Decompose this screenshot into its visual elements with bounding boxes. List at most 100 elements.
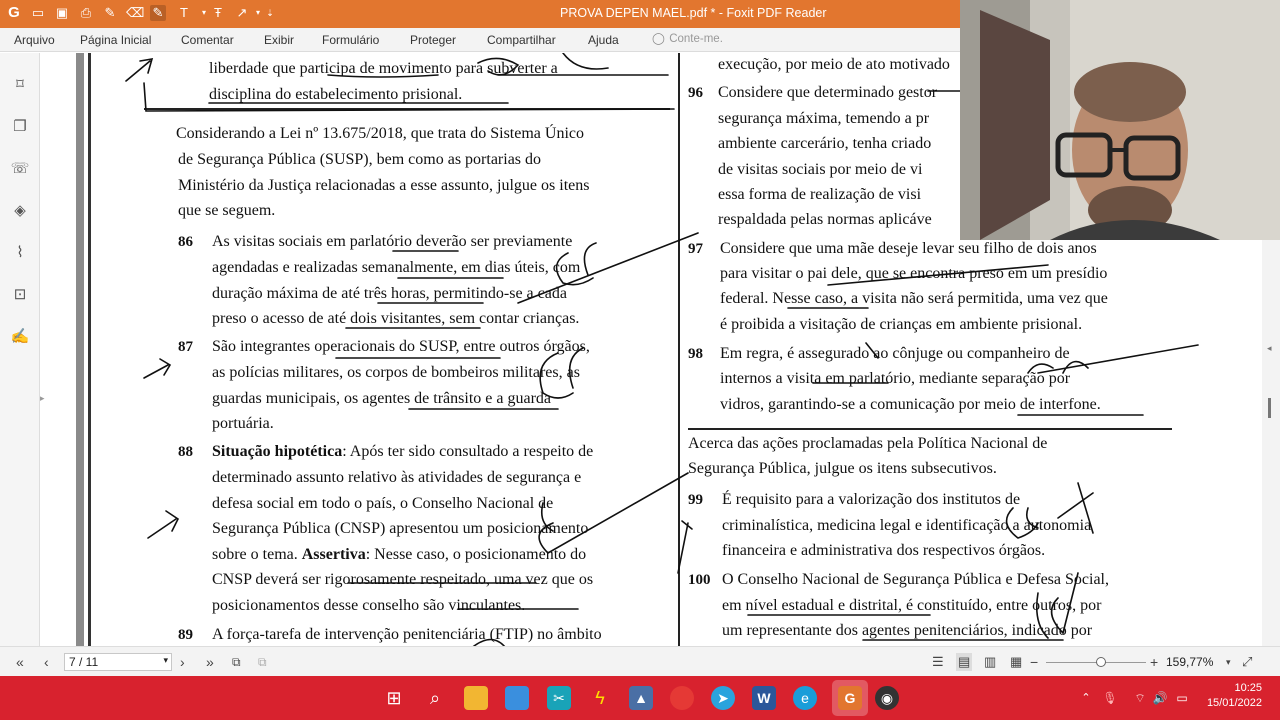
previous-page-icon[interactable]: ‹	[44, 653, 49, 671]
ink-arrow	[677, 520, 693, 574]
photos-icon[interactable]: ▲	[629, 686, 653, 710]
scroll-left-icon[interactable]: ◂	[1267, 343, 1272, 354]
menu-ajuda[interactable]: Ajuda	[588, 33, 619, 47]
save-icon[interactable]: ▣	[54, 5, 70, 21]
search-icon[interactable]: ⌕	[423, 686, 447, 710]
windows-start-icon[interactable]: ⊞	[382, 686, 406, 710]
scrollbar-thumb[interactable]	[1268, 398, 1271, 418]
text-line: execução, por meio de ato motivado	[718, 56, 950, 73]
chevron-down-icon[interactable]: ▾	[1226, 653, 1231, 671]
folder-icon[interactable]	[505, 686, 529, 710]
word-icon[interactable]: W	[752, 686, 776, 710]
open-folder-icon[interactable]: ▭	[30, 5, 46, 21]
arrow-tool-icon[interactable]: ↗	[234, 5, 250, 21]
next-view-icon[interactable]: ⧉	[258, 653, 267, 671]
item-text: É requisito para a valorização dos insti…	[722, 491, 1021, 508]
menu-compartilhar[interactable]: Compartilhar	[487, 33, 556, 47]
foxit-taskbar-icon[interactable]: G	[838, 686, 862, 710]
continuous-facing-icon[interactable]: ▦	[1010, 653, 1022, 671]
chevron-down-icon[interactable]: ▾	[163, 655, 168, 666]
item-text: Considere que uma mãe deseje levar seu f…	[720, 240, 1097, 257]
print-icon[interactable]: ⎙	[78, 5, 94, 21]
section-intro: Ministério da Justiça relacionadas a ess…	[178, 177, 590, 194]
tell-me-search[interactable]: ◯ Conte-me.	[652, 31, 742, 49]
attachment-icon[interactable]: ⌇	[10, 243, 30, 263]
typewriter-icon[interactable]: Ŧ	[210, 5, 226, 21]
facing-pages-icon[interactable]: ▥	[984, 653, 996, 671]
previous-view-icon[interactable]: ⧉	[232, 653, 241, 671]
item-text: federal. Nesse caso, a visita não será p…	[720, 290, 1108, 307]
continuous-page-icon[interactable]: ▤	[956, 653, 973, 671]
last-page-icon[interactable]: »	[206, 653, 214, 671]
item-number: 96	[688, 85, 703, 101]
separator	[688, 428, 1172, 430]
pages-icon[interactable]: ❐	[10, 117, 30, 137]
item-text: criminalística, medicina legal e identif…	[722, 517, 1092, 534]
clock-date: 15/01/2022	[1206, 697, 1262, 709]
taskbar-clock[interactable]: 10:25 15/01/2022	[1202, 681, 1262, 711]
volume-icon[interactable]: 🔊	[1148, 686, 1172, 710]
item-number: 89	[178, 627, 193, 643]
signature-icon[interactable]: ✍	[10, 327, 30, 347]
item-number: 86	[178, 234, 193, 250]
item-text: ambiente carcerário, tenha criado	[718, 135, 932, 152]
menu-pagina-inicial[interactable]: Página Inicial	[80, 33, 151, 47]
highlight-icon[interactable]: ✎	[102, 5, 118, 21]
edge-icon[interactable]: e	[793, 686, 817, 710]
customize-toolbar-icon[interactable]: ⇣	[262, 5, 278, 21]
chevron-up-icon[interactable]: ⌃	[1074, 686, 1098, 710]
clock-time: 10:25	[1234, 682, 1262, 694]
page-number-input[interactable]: 7 / 11 ▾	[64, 653, 172, 671]
section-intro: que se seguem.	[178, 202, 276, 219]
text-line: liberdade que participa de movimento par…	[209, 60, 558, 77]
security-icon[interactable]: ⊡	[10, 285, 30, 305]
zoom-level[interactable]: 159,77%	[1166, 655, 1213, 669]
zoom-slider-knob[interactable]	[1096, 657, 1106, 667]
item-text: sobre o tema. Assertiva: Nesse caso, o p…	[212, 546, 586, 564]
bookmark-icon[interactable]: ⌑	[10, 75, 30, 95]
separator	[144, 108, 670, 110]
zoom-out-icon[interactable]: −	[1030, 653, 1038, 671]
item-text: as polícias militares, os corpos de bomb…	[212, 364, 580, 381]
first-page-icon[interactable]: «	[16, 653, 24, 671]
layers-icon[interactable]: ◈	[10, 201, 30, 221]
item-text: CNSP deverá ser rigorosamente respeitado…	[212, 571, 594, 588]
item-text: Situação hipotética: Após ter sido consu…	[212, 443, 593, 461]
section-intro: Considerando a Lei nº 13.675/2018, que t…	[176, 125, 584, 142]
item-text: financeira e administrativa dos respecti…	[722, 542, 1046, 559]
obs-icon[interactable]: ◉	[875, 686, 899, 710]
next-page-icon[interactable]: ›	[180, 653, 185, 671]
menu-proteger[interactable]: Proteger	[410, 33, 456, 47]
fullscreen-icon[interactable]: ⤢	[1242, 653, 1252, 671]
zoom-in-icon[interactable]: +	[1150, 653, 1158, 671]
menu-formulario[interactable]: Formulário	[322, 33, 379, 47]
ink-arrow	[125, 58, 154, 82]
single-page-icon[interactable]: ☰	[932, 653, 944, 671]
item-text: Segurança Pública (CNSP) apresentou um p…	[212, 520, 589, 537]
menu-exibir[interactable]: Exibir	[264, 33, 294, 47]
item-number: 98	[688, 346, 703, 362]
webcam-presenter-image	[960, 0, 1280, 240]
item-text-part: sobre o tema.	[212, 546, 302, 563]
tomato-timer-icon[interactable]	[670, 686, 694, 710]
item-text: portuária.	[212, 415, 274, 432]
item-text: vidros, garantindo-se a comunicação por …	[720, 396, 1101, 413]
item-text: essa forma de realização de visi	[718, 186, 922, 203]
pen-tool-icon[interactable]: ✎	[150, 5, 166, 21]
expand-panel-icon[interactable]: ▸	[40, 393, 45, 404]
microphone-icon[interactable]: 🎙	[1098, 686, 1122, 710]
telegram-icon[interactable]: ➤	[711, 686, 735, 710]
text-format-icon[interactable]: T	[176, 5, 192, 21]
item-text-rest: : Após ter sido consultado a respeito de	[342, 443, 594, 460]
file-explorer-icon[interactable]	[464, 686, 488, 710]
menu-arquivo[interactable]: Arquivo	[14, 33, 55, 47]
eraser-icon[interactable]: ⌫	[126, 5, 144, 21]
menu-comentar[interactable]: Comentar	[181, 33, 234, 47]
snipping-tool-icon[interactable]: ✂	[547, 686, 571, 710]
comments-icon[interactable]: ☏	[10, 159, 30, 179]
foxit-window: G ▭ ▣ ⎙ ✎ ⌫ ✎ T ▾ Ŧ ↗ ▾ ⇣ PROVA DEPEN MA…	[0, 0, 1280, 720]
item-text: agendadas e realizadas semanalmente, em …	[212, 259, 581, 276]
battery-icon[interactable]: ▭	[1170, 686, 1194, 710]
power-automate-icon[interactable]: ϟ	[588, 686, 612, 710]
page-indicator: 7 / 11	[69, 655, 99, 669]
